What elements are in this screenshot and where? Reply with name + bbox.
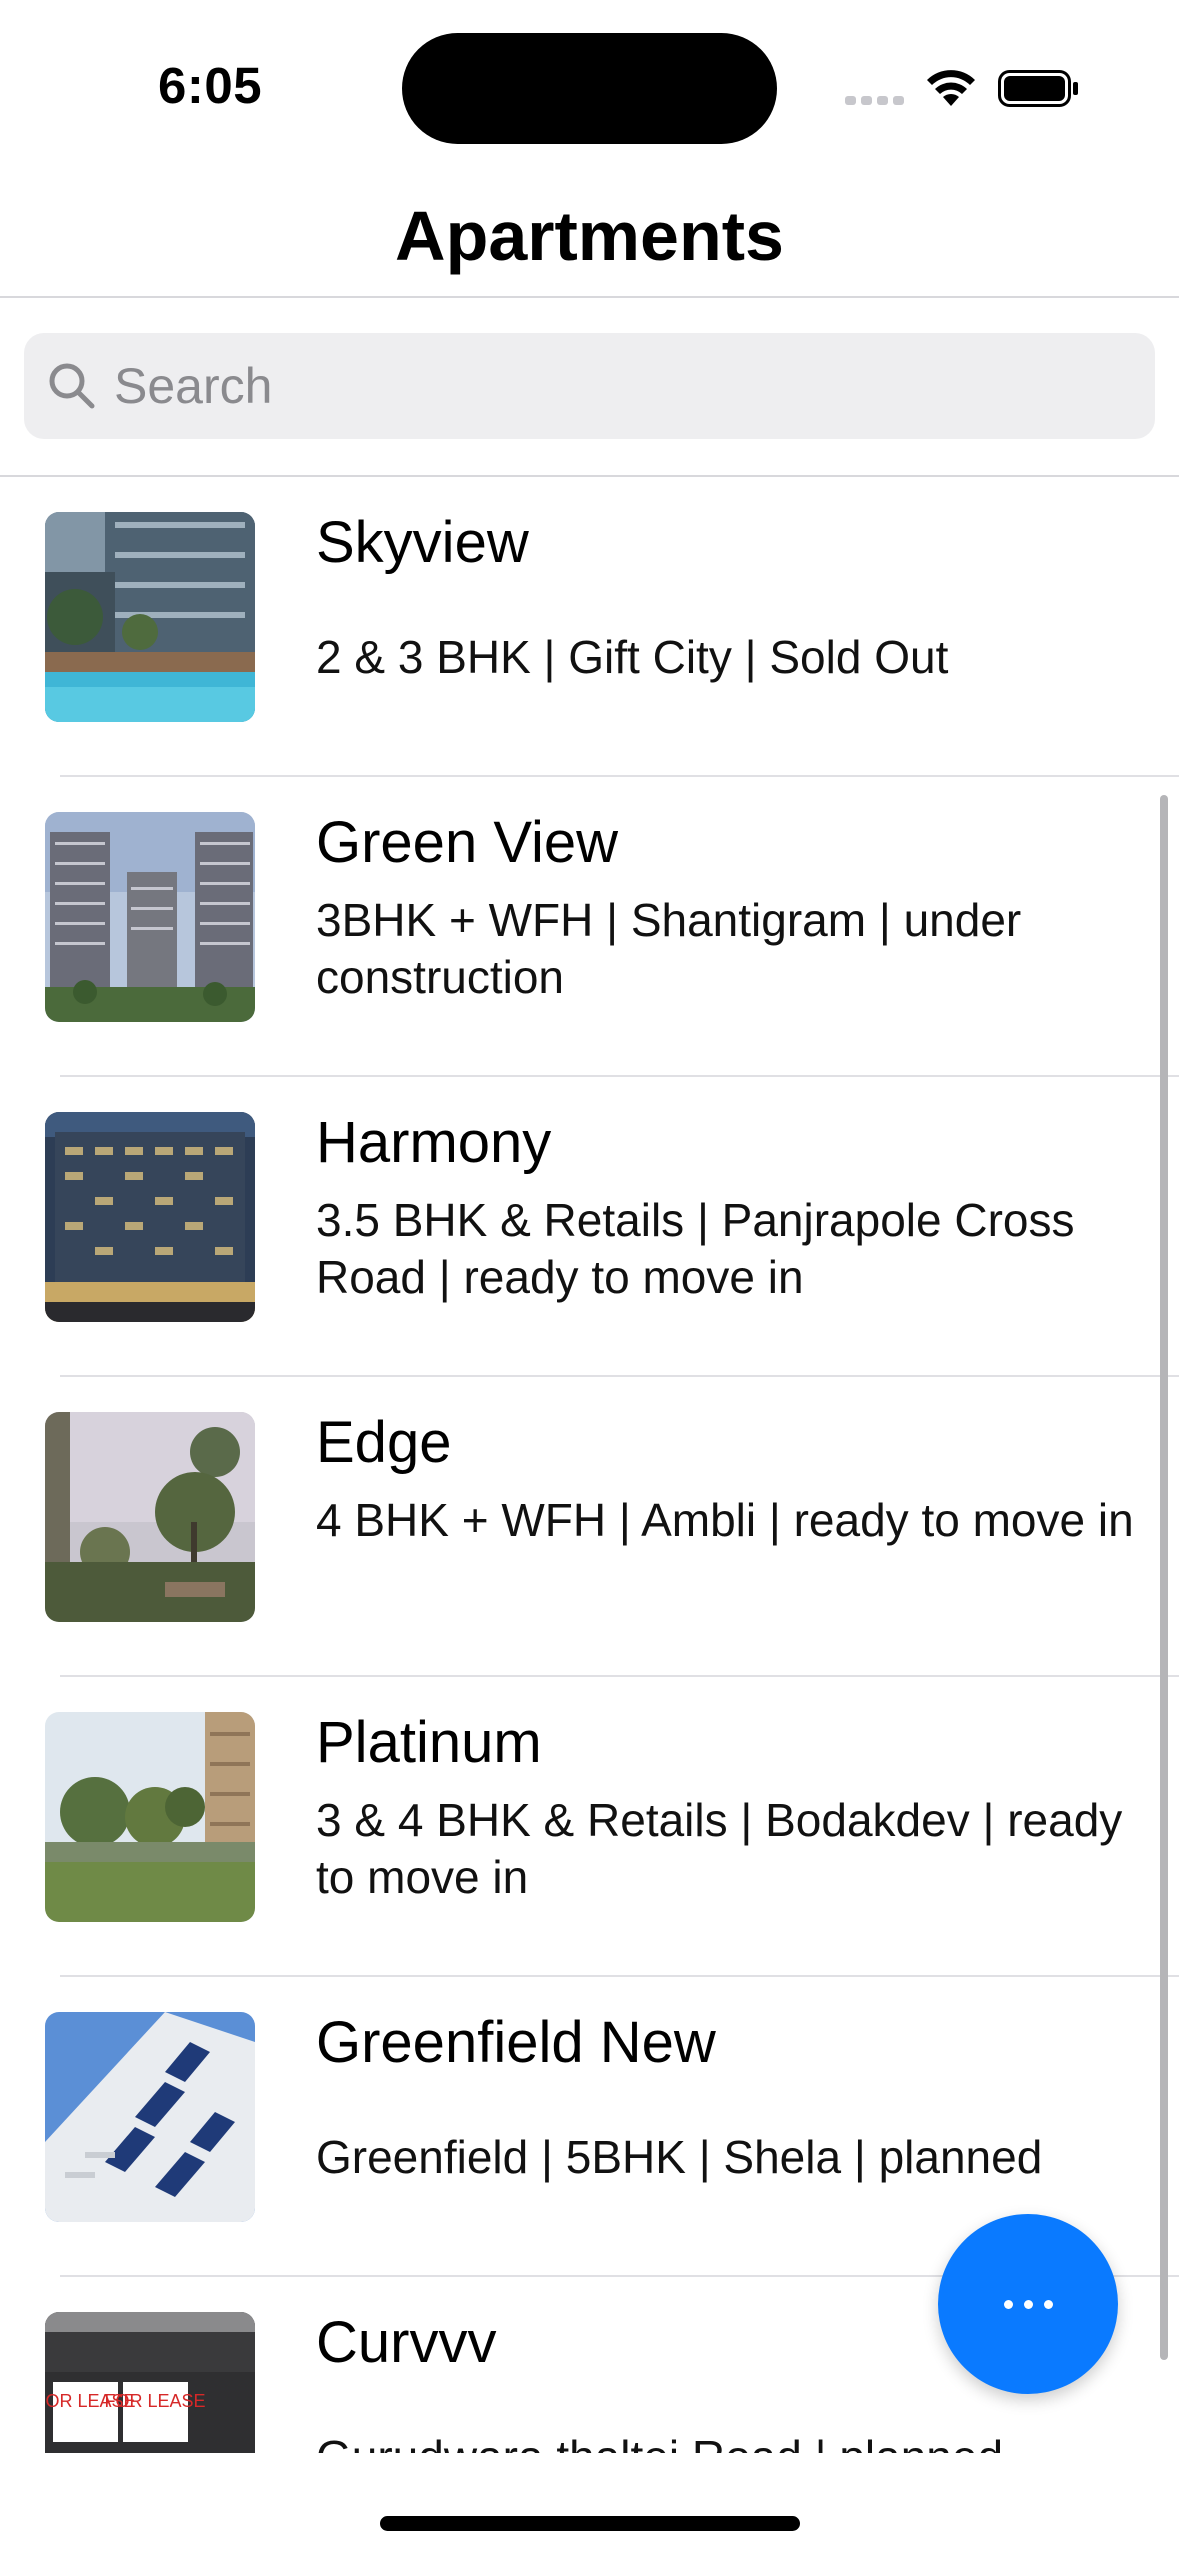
battery-icon [998, 70, 1078, 107]
thumb-sign-text: FOR LEASE [104, 2391, 205, 2411]
scroll-indicator[interactable] [1160, 795, 1168, 2360]
search-input[interactable] [114, 357, 1114, 415]
wifi-icon [927, 70, 975, 106]
search-icon [49, 363, 95, 409]
apartment-details: 3 & 4 BHK & Retails | Bodakdev | ready t… [316, 1794, 1123, 1903]
apartment-details: Gurudwara thaltej Road | planned [316, 2429, 1136, 2453]
list-item[interactable]: Green View 3BHK + WFH | Shantigram | und… [0, 777, 1179, 1077]
apartment-name: Curvvv [316, 2310, 497, 2375]
apartment-thumbnail [45, 512, 255, 722]
nav-divider [0, 296, 1179, 298]
apartment-name: Green View [316, 810, 618, 875]
status-bar: 6:05 [0, 0, 1179, 170]
home-indicator[interactable] [380, 2516, 800, 2531]
apartment-thumbnail [45, 2012, 255, 2222]
page-title: Apartments [395, 197, 784, 275]
apartment-details: 3.5 BHK & Retails | Panjrapole Cross Roa… [316, 1194, 1075, 1303]
list-item[interactable]: Edge 4 BHK + WFH | Ambli | ready to move… [0, 1377, 1179, 1677]
apartment-details: Greenfield | 5BHK | Shela | planned [316, 2131, 1043, 2183]
cellular-signal-icon [845, 96, 904, 105]
ellipsis-icon [1003, 2299, 1053, 2309]
bottom-safe-area [0, 2453, 1179, 2556]
apartment-details: 2 & 3 BHK | Gift City | Sold Out [316, 631, 949, 683]
apartment-name: Harmony [316, 1110, 552, 1175]
apartment-name: Platinum [316, 1710, 542, 1775]
dynamic-island [402, 33, 777, 144]
apartment-thumbnail [45, 1712, 255, 1922]
apartment-thumbnail: FOR LEASE FOR LEASE [45, 2312, 255, 2453]
apartment-details: 3BHK + WFH | Shantigram | under construc… [316, 894, 1022, 1003]
search-bar[interactable] [24, 333, 1155, 439]
apartment-thumbnail [45, 1112, 255, 1322]
apartment-details: 4 BHK + WFH | Ambli | ready to move in [316, 1494, 1134, 1546]
list-item[interactable]: Harmony 3.5 BHK & Retails | Panjrapole C… [0, 1077, 1179, 1377]
more-options-button[interactable] [938, 2214, 1118, 2394]
apartment-name: Edge [316, 1410, 452, 1475]
list-item[interactable]: Skyview 2 & 3 BHK | Gift City | Sold Out [0, 477, 1179, 777]
apartment-name: Skyview [316, 510, 529, 575]
list-item[interactable]: Platinum 3 & 4 BHK & Retails | Bodakdev … [0, 1677, 1179, 1977]
apartment-list[interactable]: Skyview 2 & 3 BHK | Gift City | Sold Out [0, 477, 1179, 2453]
apartment-thumbnail [45, 1412, 255, 1622]
apartment-name: Greenfield New [316, 2010, 716, 2075]
status-time: 6:05 [158, 57, 263, 114]
apartment-thumbnail [45, 812, 255, 1022]
